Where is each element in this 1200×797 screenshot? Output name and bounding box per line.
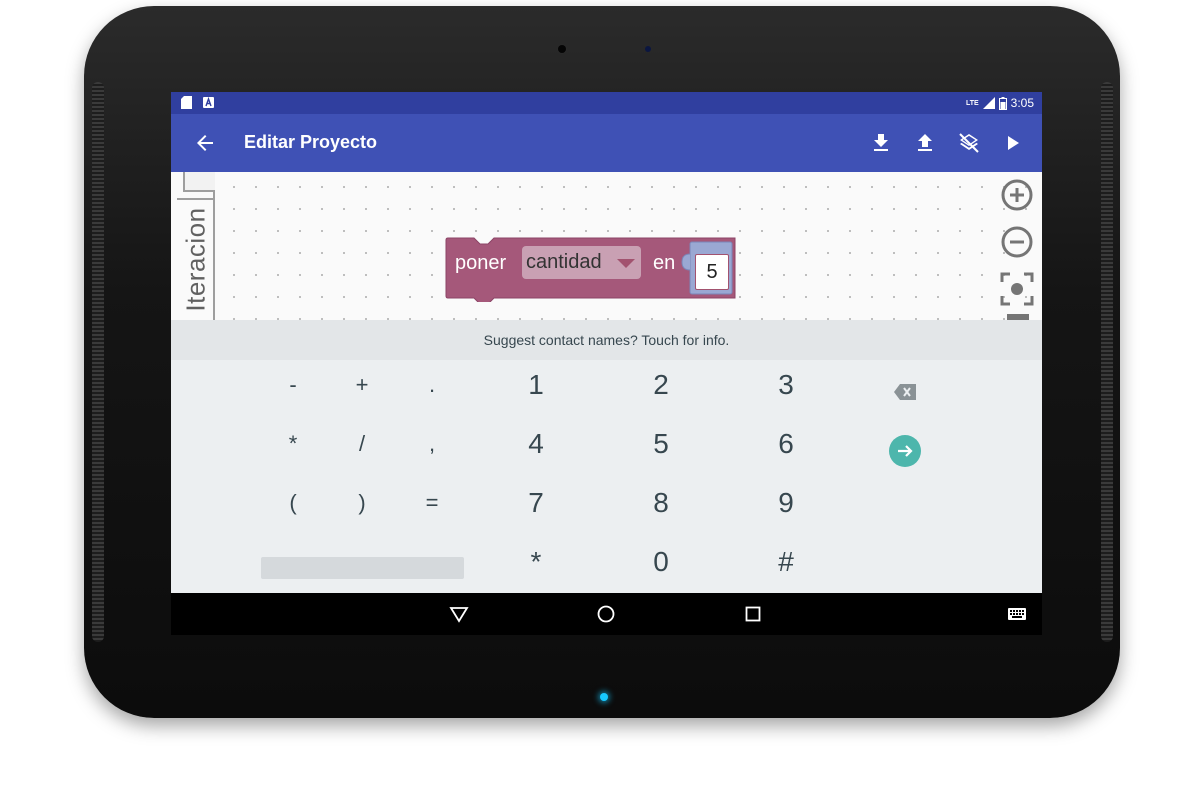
key-9[interactable]: 9 bbox=[756, 478, 816, 528]
nav-back-icon[interactable] bbox=[449, 604, 469, 624]
key-4[interactable]: 4 bbox=[506, 419, 566, 469]
keyboard-switch-icon[interactable] bbox=[1007, 604, 1027, 624]
app-bar: Editar Proyecto bbox=[171, 114, 1042, 172]
left-speaker-grille bbox=[92, 82, 104, 642]
upload-icon[interactable] bbox=[913, 131, 937, 155]
backspace-icon[interactable] bbox=[893, 383, 917, 401]
key-0[interactable]: 0 bbox=[631, 537, 691, 587]
screen: LTE 3:05 Editar Proyecto Iteracion poner… bbox=[171, 92, 1042, 635]
accessibility-a-icon bbox=[203, 96, 214, 108]
status-right: LTE 3:05 bbox=[966, 96, 1034, 110]
nav-home-icon[interactable] bbox=[596, 604, 616, 624]
download-icon[interactable] bbox=[869, 131, 893, 155]
zoom-in-icon[interactable] bbox=[1000, 178, 1034, 212]
recenter-icon[interactable] bbox=[1000, 272, 1034, 306]
key-6[interactable]: 6 bbox=[756, 419, 816, 469]
key-1[interactable]: 1 bbox=[506, 360, 566, 410]
key-equals[interactable]: = bbox=[402, 478, 462, 528]
key-open-paren[interactable]: ( bbox=[263, 478, 323, 528]
key-close-paren[interactable]: ) bbox=[332, 478, 392, 528]
numeric-keyboard: - + . 1 2 3 * / , 4 5 6 ( ) = 7 8 9 * 0 bbox=[171, 360, 1042, 593]
category-tab-iteracion[interactable]: Iteracion bbox=[177, 198, 213, 318]
variable-dropdown[interactable]: cantidad bbox=[522, 246, 641, 279]
nav-recents-icon[interactable] bbox=[743, 604, 763, 624]
key-asterisk[interactable]: * bbox=[263, 419, 323, 469]
block-label-en: en bbox=[653, 252, 676, 274]
keyboard-suggestion-bar[interactable]: Suggest contact names? Touch for info. bbox=[171, 320, 1042, 360]
navigation-bar bbox=[171, 593, 1042, 635]
key-slash[interactable]: / bbox=[332, 419, 392, 469]
variable-name: cantidad bbox=[526, 251, 602, 273]
clock: 3:05 bbox=[1010, 96, 1034, 110]
play-icon[interactable] bbox=[1001, 131, 1025, 155]
key-5[interactable]: 5 bbox=[631, 419, 691, 469]
number-input[interactable]: 5 bbox=[695, 254, 729, 290]
key-minus[interactable]: - bbox=[263, 360, 323, 410]
arrow-right-icon bbox=[898, 445, 913, 457]
key-8[interactable]: 8 bbox=[631, 478, 691, 528]
network-type: LTE bbox=[965, 99, 979, 107]
block-label-poner: poner bbox=[455, 252, 507, 274]
signal-icon bbox=[982, 97, 995, 109]
battery-icon bbox=[998, 96, 1007, 110]
category-flyout: Iteracion bbox=[177, 172, 215, 320]
front-camera bbox=[558, 45, 566, 53]
status-bar: LTE 3:05 bbox=[171, 92, 1042, 114]
chevron-down-icon bbox=[617, 259, 635, 268]
back-arrow-icon[interactable] bbox=[193, 131, 217, 155]
enter-button[interactable] bbox=[889, 435, 921, 467]
key-period[interactable]: . bbox=[402, 360, 462, 410]
sd-card-icon bbox=[181, 96, 192, 109]
key-7[interactable]: 7 bbox=[506, 478, 566, 528]
notification-led bbox=[600, 693, 608, 701]
spacebar[interactable] bbox=[261, 557, 464, 579]
key-hash[interactable]: # bbox=[756, 537, 816, 587]
key-2[interactable]: 2 bbox=[631, 360, 691, 410]
key-3[interactable]: 3 bbox=[756, 360, 816, 410]
key-star[interactable]: * bbox=[506, 537, 566, 587]
category-tab-label: Iteracion bbox=[180, 207, 211, 312]
page-title: Editar Proyecto bbox=[244, 132, 378, 152]
key-comma[interactable]: , bbox=[402, 419, 462, 469]
zoom-out-icon[interactable] bbox=[1000, 225, 1034, 259]
key-plus[interactable]: + bbox=[332, 360, 392, 410]
layers-clear-icon[interactable] bbox=[957, 131, 981, 155]
right-speaker-grille bbox=[1101, 82, 1113, 642]
category-tab-partial[interactable] bbox=[183, 172, 215, 192]
light-sensor bbox=[645, 46, 651, 52]
